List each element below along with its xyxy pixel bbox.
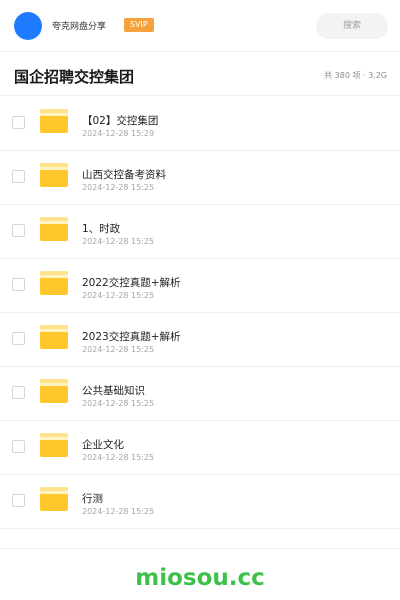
select-checkbox[interactable] <box>12 116 25 129</box>
select-checkbox[interactable] <box>12 332 25 345</box>
file-name[interactable]: 【02】交控集团 <box>82 113 158 128</box>
file-date: 2024-12-28 15:25 <box>82 237 155 246</box>
page-title: 国企招聘交控集团 <box>14 68 135 86</box>
select-checkbox[interactable] <box>12 170 25 183</box>
select-checkbox[interactable] <box>12 224 25 237</box>
file-name[interactable]: 2023交控真题+解析 <box>82 329 181 344</box>
file-name[interactable]: 2022交控真题+解析 <box>82 275 181 290</box>
select-checkbox[interactable] <box>12 440 25 453</box>
file-date: 2024-12-28 15:25 <box>82 183 155 192</box>
select-checkbox[interactable] <box>12 386 25 399</box>
svip-badge: SVIP <box>124 18 154 32</box>
footer: miosou.cc <box>0 548 400 600</box>
file-name[interactable]: 1、时政 <box>82 221 120 236</box>
folder-icon <box>40 217 68 241</box>
select-checkbox[interactable] <box>12 278 25 291</box>
folder-icon <box>40 379 68 403</box>
folder-icon <box>40 109 68 133</box>
list-item[interactable]: 公共基础知识 2024-12-28 15:25 <box>0 367 400 421</box>
file-date: 2024-12-28 15:29 <box>82 129 155 138</box>
list-item[interactable]: 2023交控真题+解析 2024-12-28 15:25 <box>0 313 400 367</box>
file-date: 2024-12-28 15:25 <box>82 291 155 300</box>
list-item[interactable]: 1、时政 2024-12-28 15:25 <box>0 205 400 259</box>
folder-icon <box>40 487 68 511</box>
top-bar: 夸克网盘分享 SVIP <box>0 0 400 52</box>
avatar[interactable] <box>14 12 42 40</box>
file-name[interactable]: 行测 <box>82 491 103 506</box>
list-item[interactable]: 行测 2024-12-28 15:25 <box>0 475 400 529</box>
file-list: 【02】交控集团 2024-12-28 15:29 山西交控备考资料 2024-… <box>0 97 400 529</box>
folder-icon <box>40 271 68 295</box>
file-date: 2024-12-28 15:25 <box>82 345 155 354</box>
folder-icon <box>40 325 68 349</box>
file-name[interactable]: 企业文化 <box>82 437 124 452</box>
site-watermark: miosou.cc <box>135 565 265 591</box>
share-stats: 共 380 项 · 3.2G <box>324 71 387 80</box>
list-item[interactable]: 2022交控真题+解析 2024-12-28 15:25 <box>0 259 400 313</box>
list-item[interactable]: 企业文化 2024-12-28 15:25 <box>0 421 400 475</box>
file-name[interactable]: 公共基础知识 <box>82 383 145 398</box>
search-box[interactable] <box>316 13 388 39</box>
user-name[interactable]: 夸克网盘分享 <box>52 19 106 32</box>
folder-icon <box>40 163 68 187</box>
list-item[interactable]: 山西交控备考资料 2024-12-28 15:25 <box>0 151 400 205</box>
select-checkbox[interactable] <box>12 494 25 507</box>
file-date: 2024-12-28 15:25 <box>82 453 155 462</box>
list-item[interactable]: 【02】交控集团 2024-12-28 15:29 <box>0 97 400 151</box>
file-name[interactable]: 山西交控备考资料 <box>82 167 166 182</box>
search-input[interactable] <box>316 13 388 39</box>
title-row: 国企招聘交控集团 共 380 项 · 3.2G <box>0 52 400 96</box>
file-date: 2024-12-28 15:25 <box>82 507 155 516</box>
folder-icon <box>40 433 68 457</box>
file-date: 2024-12-28 15:25 <box>82 399 155 408</box>
